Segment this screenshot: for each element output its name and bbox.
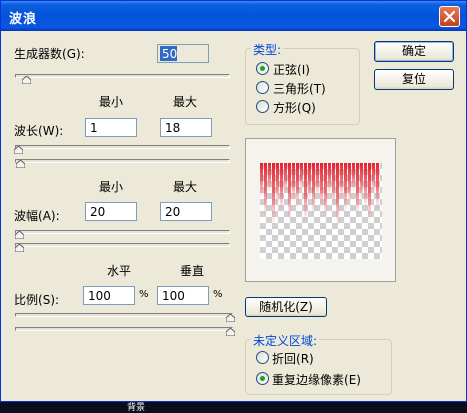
- wave-strand: [308, 163, 311, 199]
- amplitude-min-input[interactable]: [85, 202, 137, 221]
- scale-vertical-input[interactable]: [157, 286, 209, 305]
- wave-preview-image: [260, 163, 382, 259]
- wave-strand: [260, 163, 263, 197]
- radio-wrap-around-label[interactable]: 折回(R): [272, 350, 314, 367]
- amplitude-min-slider-track[interactable]: [15, 230, 230, 234]
- scale-horizontal-slider-track[interactable]: [15, 313, 233, 317]
- scale-label: 比例(S):: [14, 293, 60, 307]
- radio-repeat-edge-hotkey: (E): [344, 373, 361, 387]
- amplitude-max-input[interactable]: [160, 202, 212, 221]
- wave-strand: [372, 163, 375, 193]
- wave-strand: [368, 163, 371, 221]
- background-layer-label: 背景: [127, 403, 146, 413]
- title-bar[interactable]: 波浪: [1, 1, 466, 31]
- wave-strand: [344, 163, 347, 211]
- wavelength-max-input[interactable]: [160, 118, 212, 137]
- radio-triangle[interactable]: [256, 81, 269, 94]
- undefined-area-title: 未定义区域:: [251, 332, 320, 349]
- wave-strand: [348, 163, 351, 203]
- wave-strand: [280, 163, 283, 211]
- scale-horizontal-header: 水平: [107, 264, 132, 278]
- wave-strand: [300, 163, 303, 189]
- wave-strand: [340, 163, 343, 197]
- radio-square-hotkey: (Q): [297, 101, 316, 115]
- amplitude-min-slider-thumb[interactable]: [15, 231, 24, 239]
- wavelength-max-header: 最大: [173, 95, 198, 109]
- background-layer-strip: 背景: [0, 402, 467, 413]
- wave-strand: [352, 163, 355, 191]
- generators-slider-thumb[interactable]: [22, 76, 31, 84]
- amplitude-min-header: 最小: [99, 180, 124, 194]
- wave-strand: [288, 163, 291, 219]
- radio-triangle-hotkey: (T): [309, 82, 326, 96]
- generators-hotkey: (G):: [62, 47, 85, 61]
- dialog-title: 波浪: [9, 12, 38, 27]
- wave-strand: [296, 163, 299, 207]
- radio-sine-label[interactable]: 正弦(I): [273, 61, 310, 78]
- amplitude-max-header: 最大: [173, 180, 198, 194]
- ok-button[interactable]: 确定: [374, 41, 454, 62]
- wave-strand: [356, 163, 359, 215]
- scale-vertical-unit: %: [213, 289, 223, 300]
- scale-horizontal-slider-thumb[interactable]: [226, 314, 235, 322]
- wave-strand: [304, 163, 307, 221]
- randomize-button[interactable]: 随机化(Z): [245, 297, 327, 317]
- radio-repeat-edge[interactable]: [256, 372, 269, 385]
- reset-button[interactable]: 复位: [374, 69, 454, 90]
- wave-strand: [316, 163, 319, 195]
- close-icon: [444, 11, 455, 22]
- wave-strand: [312, 163, 315, 213]
- wave-preview: [245, 138, 396, 282]
- wavelength-hotkey: (W):: [38, 124, 64, 138]
- scale-vertical-slider-thumb[interactable]: [226, 328, 235, 336]
- scale-vertical-slider-track[interactable]: [15, 327, 233, 331]
- radio-square[interactable]: [256, 100, 269, 113]
- wave-strand: [328, 163, 331, 193]
- scale-hotkey: (S):: [38, 293, 60, 307]
- radio-repeat-edge-label[interactable]: 重复边缘像素(E): [272, 371, 361, 388]
- radio-triangle-label[interactable]: 三角形(T): [273, 80, 326, 97]
- radio-sine[interactable]: [256, 62, 269, 75]
- wave-strand: [284, 163, 287, 193]
- wavelength-min-slider-track[interactable]: [15, 145, 230, 149]
- wave-strand: [264, 163, 267, 215]
- generators-label: 生成器数(G):: [14, 47, 85, 61]
- wavelength-label: 波长(W):: [14, 124, 64, 138]
- close-button[interactable]: [439, 6, 460, 27]
- wavelength-max-slider-track[interactable]: [15, 159, 230, 163]
- radio-sine-hotkey: (I): [297, 63, 310, 77]
- amplitude-max-slider-thumb[interactable]: [15, 244, 24, 252]
- amplitude-max-slider-track[interactable]: [15, 243, 230, 247]
- generators-slider-track[interactable]: [15, 74, 230, 78]
- radio-wrap-around-hotkey: (R): [296, 352, 314, 366]
- scale-horizontal-input[interactable]: [83, 286, 135, 305]
- wavelength-max-slider-thumb[interactable]: [16, 160, 25, 168]
- wave-strand: [320, 163, 323, 209]
- wavelength-min-slider-thumb[interactable]: [14, 146, 23, 154]
- radio-square-label[interactable]: 方形(Q): [273, 99, 316, 116]
- randomize-hotkey: (Z): [295, 300, 313, 314]
- radio-wrap-around[interactable]: [256, 351, 269, 364]
- generators-input[interactable]: [157, 44, 209, 63]
- wave-strand: [276, 163, 279, 203]
- wave-strand: [376, 163, 379, 209]
- wave-dialog: 波浪 生成器数(G): 最小 最大 波长(W): 最小 最大 波幅(A):: [0, 0, 467, 402]
- wave-strand: [332, 163, 335, 205]
- radio-repeat-edge-dot: [260, 376, 265, 381]
- wave-strand: [324, 163, 327, 217]
- wave-strand: [336, 163, 339, 225]
- radio-sine-dot: [260, 66, 265, 71]
- wave-strand: [268, 163, 271, 191]
- wave-strand: [272, 163, 275, 223]
- wavelength-min-input[interactable]: [85, 118, 137, 137]
- scale-horizontal-unit: %: [139, 289, 149, 300]
- wave-strand: [360, 163, 363, 199]
- wavelength-min-header: 最小: [99, 95, 124, 109]
- amplitude-label: 波幅(A):: [14, 209, 60, 223]
- wave-strand: [364, 163, 367, 207]
- scale-vertical-header: 垂直: [180, 264, 205, 278]
- type-group-title: 类型:: [251, 41, 284, 58]
- amplitude-hotkey: (A):: [38, 209, 60, 223]
- wave-strand: [292, 163, 295, 201]
